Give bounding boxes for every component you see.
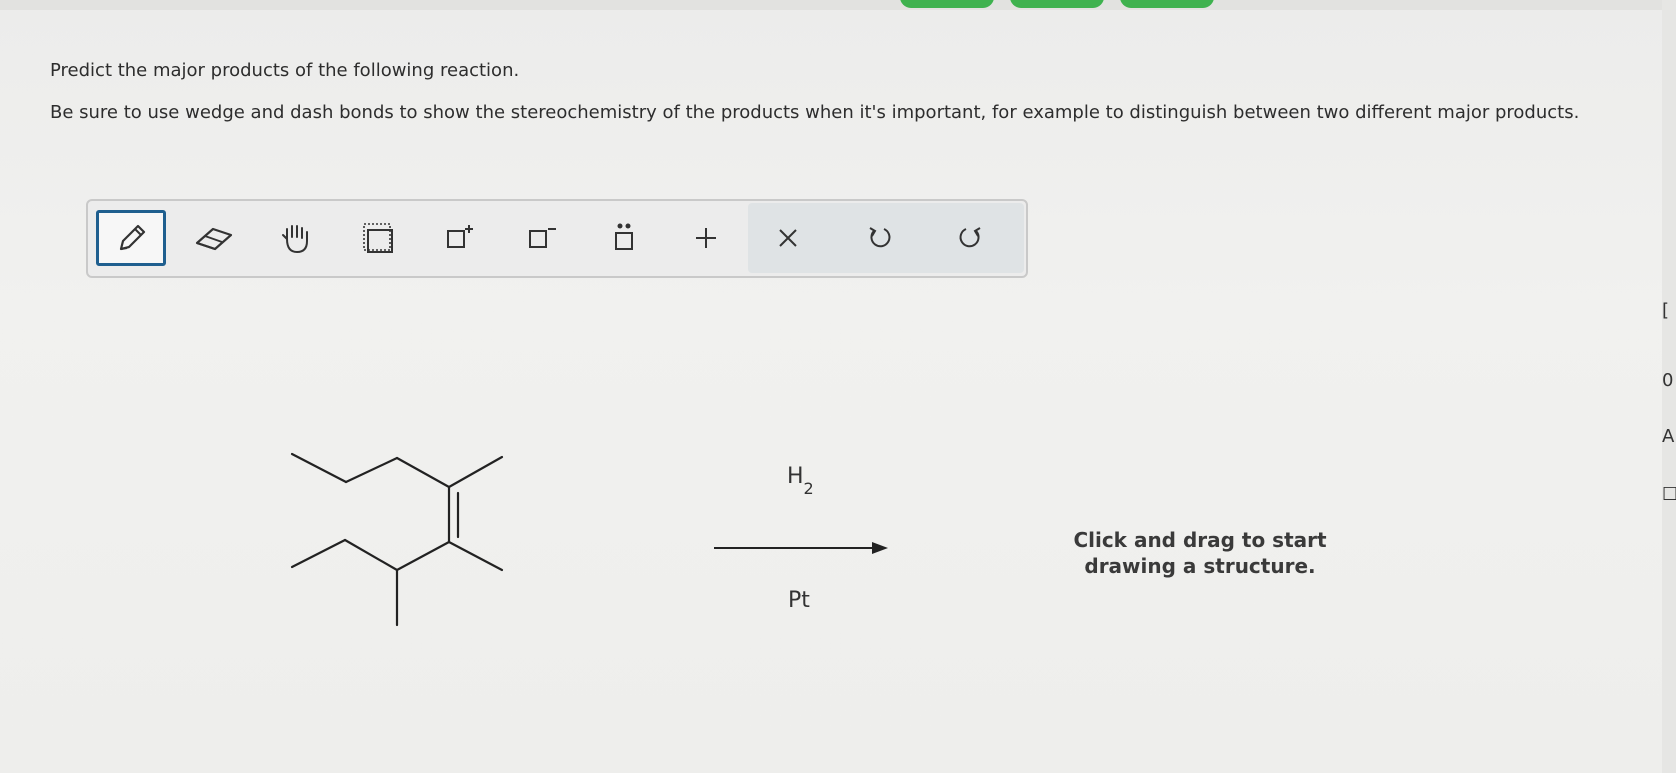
canvas-hint-line: drawing a structure. [1084,554,1316,578]
drawing-toolbar [86,199,1028,278]
question-prompt: Predict the major products of the follow… [50,60,520,81]
action-button-group [748,203,1024,273]
canvas-hint-line: Click and drag to start [1073,528,1327,552]
edge-glyph[interactable]: [ [1662,300,1669,321]
bond [395,540,451,572]
plus-icon [696,228,716,248]
top-bar [0,0,1676,10]
selection-icon [363,223,393,253]
positive-charge-icon [447,225,473,248]
edge-glyph[interactable]: 0 [1662,370,1673,391]
bond [447,540,504,572]
negative-charge-icon [529,228,556,248]
hand-tool-button[interactable] [260,211,332,265]
clear-button[interactable] [752,211,824,265]
add-plus-button[interactable] [670,211,742,265]
reagent-h: H [787,464,804,489]
bond [343,538,399,572]
bond [447,455,504,489]
reagent-subscript: 2 [803,479,814,499]
bond [395,456,451,489]
edge-glyph[interactable]: ☐ [1662,484,1676,505]
bond [290,538,347,569]
undo-icon [869,227,891,248]
redo-icon [959,227,981,248]
bond [290,452,348,484]
lone-pair-button[interactable] [588,211,660,265]
eraser-icon [195,227,233,251]
hand-icon [282,225,308,254]
top-tab-button[interactable] [1010,0,1104,8]
redo-button[interactable] [934,211,1006,265]
select-tool-button[interactable] [342,211,414,265]
pencil-icon [119,224,146,251]
reaction-arrow [714,542,888,554]
eraser-tool-button[interactable] [178,211,250,265]
reagent-catalyst: Pt [788,588,810,613]
reactant-structure[interactable] [280,440,520,640]
reagent-h2: H2 [787,464,814,498]
top-tab-button[interactable] [1120,0,1214,8]
top-tab-button[interactable] [900,0,994,8]
canvas-hint[interactable]: Click and drag to start drawing a struct… [1060,527,1340,579]
bond [344,456,399,484]
positive-charge-button[interactable] [424,211,496,265]
edge-glyph[interactable]: A [1662,426,1674,447]
pencil-tool-button[interactable] [96,210,166,266]
undo-button[interactable] [844,211,916,265]
lone-pair-icon [615,223,633,250]
question-instructions: Be sure to use wedge and dash bonds to s… [50,102,1580,123]
negative-charge-button[interactable] [506,211,578,265]
clear-icon [779,229,797,247]
